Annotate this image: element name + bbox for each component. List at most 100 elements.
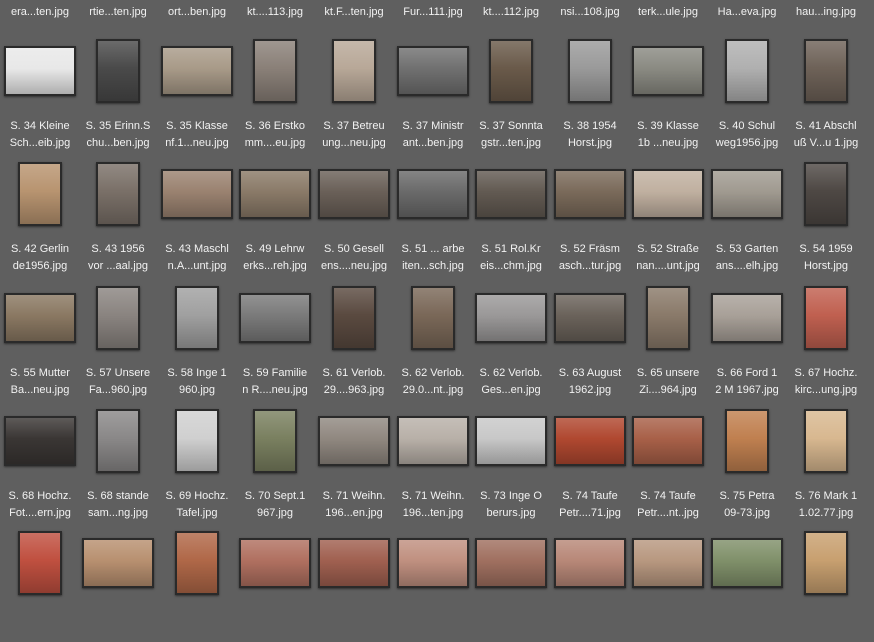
file-thumbnail-item[interactable]: S. 76 Mark 1 1.02.77.jpg <box>786 400 866 520</box>
photo-thumbnail[interactable] <box>96 39 140 103</box>
photo-thumbnail[interactable] <box>475 293 547 343</box>
file-thumbnail-item[interactable] <box>393 522 473 642</box>
file-thumbnail-item[interactable] <box>235 522 315 642</box>
photo-thumbnail[interactable] <box>239 169 311 219</box>
file-thumbnail-item[interactable]: S. 71 Weihn. 196...en.jpg <box>314 400 394 520</box>
photo-thumbnail[interactable] <box>175 531 219 595</box>
photo-thumbnail[interactable] <box>397 538 469 588</box>
photo-thumbnail[interactable] <box>554 169 626 219</box>
file-thumbnail-item[interactable]: S. 43 1956 vor ...aal.jpg <box>78 153 158 273</box>
photo-thumbnail[interactable] <box>4 46 76 96</box>
photo-thumbnail[interactable] <box>161 46 233 96</box>
file-thumbnail-item[interactable] <box>786 522 866 642</box>
file-thumbnail-item[interactable]: S. 69 Hochz. Tafel.jpg <box>157 400 237 520</box>
file-thumbnail-item[interactable]: S. 61 Verlob. 29....963.jpg <box>314 277 394 397</box>
file-thumbnail-item[interactable]: S. 50 Gesell ens....neu.jpg <box>314 153 394 273</box>
file-thumbnail-item[interactable]: S. 63 August 1962.jpg <box>550 277 630 397</box>
file-thumbnail-item[interactable]: S. 55 Mutter Ba...neu.jpg <box>0 277 80 397</box>
file-thumbnail-item[interactable] <box>471 522 551 642</box>
filename-caption[interactable]: S. 41 Abschl uß V...u 1.jpg <box>780 118 872 152</box>
file-thumbnail-item[interactable]: S. 52 Straße nan....unt.jpg <box>628 153 708 273</box>
photo-thumbnail[interactable] <box>239 538 311 588</box>
filename-caption[interactable]: S. 76 Mark 1 1.02.77.jpg <box>780 488 872 522</box>
file-thumbnail-item[interactable]: S. 74 Taufe Petr....nt..jpg <box>628 400 708 520</box>
photo-thumbnail[interactable] <box>96 162 140 226</box>
photo-thumbnail[interactable] <box>96 286 140 350</box>
photo-thumbnail[interactable] <box>397 416 469 466</box>
photo-thumbnail[interactable] <box>489 39 533 103</box>
file-thumbnail-item[interactable]: S. 71 Weihn. 196...ten.jpg <box>393 400 473 520</box>
file-thumbnail-item[interactable] <box>550 522 630 642</box>
photo-thumbnail[interactable] <box>725 39 769 103</box>
photo-thumbnail[interactable] <box>253 409 297 473</box>
file-thumbnail-item[interactable] <box>78 522 158 642</box>
photo-thumbnail[interactable] <box>96 409 140 473</box>
photo-thumbnail[interactable] <box>632 416 704 466</box>
file-thumbnail-item[interactable]: S. 53 Garten ans....elh.jpg <box>707 153 787 273</box>
photo-thumbnail[interactable] <box>554 293 626 343</box>
file-thumbnail-item[interactable] <box>314 522 394 642</box>
photo-thumbnail[interactable] <box>175 409 219 473</box>
file-thumbnail-item[interactable]: S. 37 Ministr ant...ben.jpg <box>393 30 473 150</box>
file-thumbnail-item[interactable]: S. 35 Erinn.S chu...ben.jpg <box>78 30 158 150</box>
file-thumbnail-item[interactable] <box>707 522 787 642</box>
file-thumbnail-item[interactable] <box>628 522 708 642</box>
photo-thumbnail[interactable] <box>804 531 848 595</box>
file-thumbnail-item[interactable]: S. 37 Sonnta gstr...ten.jpg <box>471 30 551 150</box>
file-thumbnail-item[interactable]: S. 70 Sept.1 967.jpg <box>235 400 315 520</box>
photo-thumbnail[interactable] <box>804 409 848 473</box>
file-thumbnail-item[interactable]: S. 41 Abschl uß V...u 1.jpg <box>786 30 866 150</box>
file-thumbnail-item[interactable]: S. 58 Inge 1 960.jpg <box>157 277 237 397</box>
photo-thumbnail[interactable] <box>18 531 62 595</box>
filename-caption[interactable]: S. 54 1959 Horst.jpg <box>780 241 872 275</box>
file-thumbnail-item[interactable]: S. 67 Hochz. kirc...ung.jpg <box>786 277 866 397</box>
file-thumbnail-item[interactable]: S. 62 Verlob. Ges...en.jpg <box>471 277 551 397</box>
photo-thumbnail[interactable] <box>4 293 76 343</box>
filename-caption[interactable]: hau...ing.jpg <box>780 4 872 21</box>
photo-thumbnail[interactable] <box>18 162 62 226</box>
photo-thumbnail[interactable] <box>475 169 547 219</box>
photo-thumbnail[interactable] <box>568 39 612 103</box>
photo-thumbnail[interactable] <box>332 39 376 103</box>
photo-thumbnail[interactable] <box>632 169 704 219</box>
file-thumbnail-item[interactable]: S. 43 Maschl n.A...unt.jpg <box>157 153 237 273</box>
photo-thumbnail[interactable] <box>253 39 297 103</box>
photo-thumbnail[interactable] <box>725 409 769 473</box>
photo-thumbnail[interactable] <box>554 538 626 588</box>
photo-thumbnail[interactable] <box>397 169 469 219</box>
photo-thumbnail[interactable] <box>554 416 626 466</box>
photo-thumbnail[interactable] <box>804 162 848 226</box>
photo-thumbnail[interactable] <box>646 286 690 350</box>
file-thumbnail-item[interactable]: S. 54 1959 Horst.jpg <box>786 153 866 273</box>
file-thumbnail-item[interactable]: S. 40 Schul weg1956.jpg <box>707 30 787 150</box>
file-thumbnail-item[interactable]: S. 38 1954 Horst.jpg <box>550 30 630 150</box>
file-thumbnail-item[interactable]: S. 73 Inge Oberurs.jpg <box>471 400 551 520</box>
file-thumbnail-item[interactable]: S. 42 Gerlin de1956.jpg <box>0 153 80 273</box>
photo-thumbnail[interactable] <box>4 416 76 466</box>
photo-thumbnail[interactable] <box>318 169 390 219</box>
photo-thumbnail[interactable] <box>632 46 704 96</box>
file-thumbnail-item[interactable] <box>0 522 80 642</box>
photo-thumbnail[interactable] <box>804 286 848 350</box>
file-thumbnail-item[interactable]: S. 49 Lehrw erks...reh.jpg <box>235 153 315 273</box>
file-thumbnail-item[interactable]: S. 66 Ford 12 M 1967.jpg <box>707 277 787 397</box>
file-thumbnail-item[interactable]: S. 52 Fräsm asch...tur.jpg <box>550 153 630 273</box>
photo-thumbnail[interactable] <box>804 39 848 103</box>
file-thumbnail-item[interactable]: S. 62 Verlob. 29.0...nt..jpg <box>393 277 473 397</box>
file-thumbnail-item[interactable]: S. 57 Unsere Fa...960.jpg <box>78 277 158 397</box>
filename-caption[interactable]: S. 67 Hochz. kirc...ung.jpg <box>780 365 872 399</box>
file-thumbnail-item[interactable]: S. 75 Petra 09-73.jpg <box>707 400 787 520</box>
file-thumbnail-item[interactable]: S. 36 Erstko mm....eu.jpg <box>235 30 315 150</box>
file-thumbnail-item[interactable]: S. 74 Taufe Petr....71.jpg <box>550 400 630 520</box>
photo-thumbnail[interactable] <box>82 538 154 588</box>
file-thumbnail-item[interactable]: S. 59 Familie n R....neu.jpg <box>235 277 315 397</box>
photo-thumbnail[interactable] <box>318 538 390 588</box>
photo-thumbnail[interactable] <box>239 293 311 343</box>
file-thumbnail-item[interactable]: S. 37 Betreu ung...neu.jpg <box>314 30 394 150</box>
file-thumbnail-item[interactable]: S. 35 Klasse nf.1...neu.jpg <box>157 30 237 150</box>
photo-thumbnail[interactable] <box>332 286 376 350</box>
photo-thumbnail[interactable] <box>318 416 390 466</box>
file-thumbnail-item[interactable]: S. 34 Kleine Sch...eib.jpg <box>0 30 80 150</box>
photo-thumbnail[interactable] <box>175 286 219 350</box>
photo-thumbnail[interactable] <box>711 538 783 588</box>
